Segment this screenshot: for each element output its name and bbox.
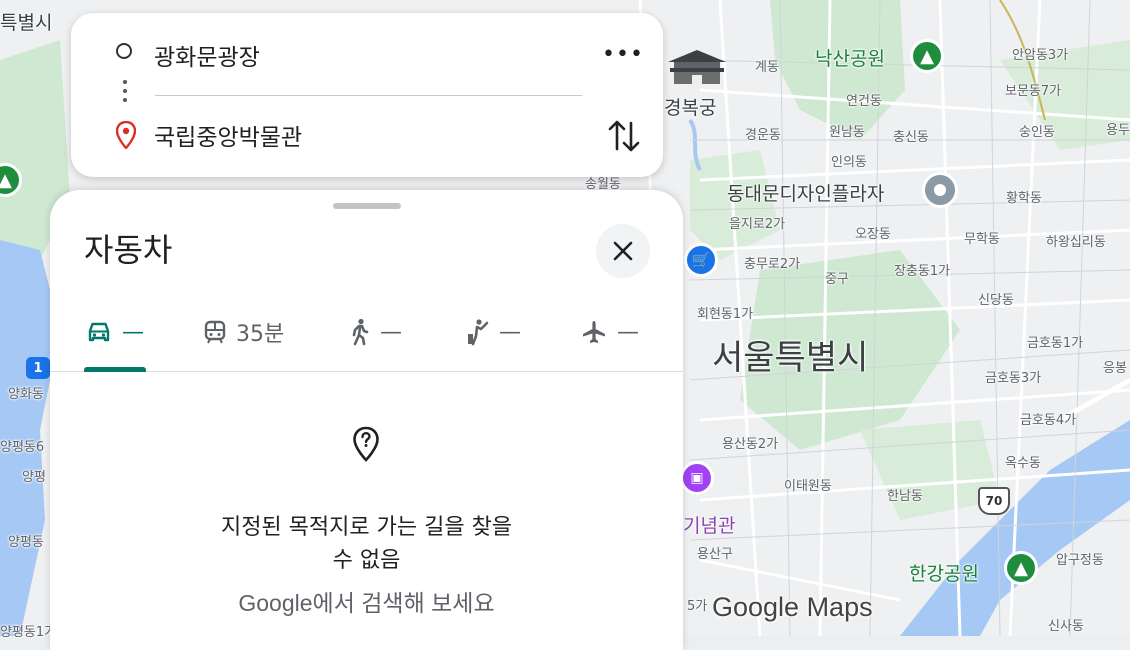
- drag-handle[interactable]: [333, 203, 401, 209]
- map-label: 충신동: [893, 130, 929, 145]
- map-label-poi[interactable]: 동대문디자인플라자: [727, 179, 884, 206]
- tab-ride[interactable]: —: [467, 314, 521, 350]
- map-label: 한남동: [887, 489, 923, 504]
- destination-pin-icon: [115, 120, 137, 150]
- active-tab-indicator: [84, 367, 146, 372]
- close-button[interactable]: [596, 224, 650, 278]
- map-label: 용산구: [697, 547, 733, 562]
- origin-field[interactable]: 광화문광장: [154, 38, 260, 72]
- map-label: 양평: [22, 470, 46, 485]
- map-label: 하왕십리동: [1046, 235, 1106, 250]
- search-google-link[interactable]: Google에서 검색해 보세요: [50, 584, 683, 618]
- park-icon[interactable]: ▲: [1004, 551, 1038, 585]
- map-label-seoul: 서울특별시: [712, 338, 869, 378]
- map-label: 숭인동: [1019, 125, 1055, 140]
- map-label: 오장동: [855, 227, 891, 242]
- more-options-button[interactable]: •••: [602, 40, 643, 68]
- swap-icon[interactable]: [606, 116, 642, 156]
- map-label: 중구: [825, 272, 849, 287]
- park-icon[interactable]: ▲: [910, 39, 944, 73]
- route-shield: 70: [978, 487, 1010, 515]
- map-label: 장충동1가: [894, 264, 951, 279]
- ride-icon: [468, 319, 489, 346]
- tab-flight[interactable]: —: [581, 314, 639, 350]
- map-label: 무학동: [964, 232, 1000, 247]
- shopping-icon[interactable]: 🛒: [684, 243, 718, 277]
- location-unknown-icon: [352, 426, 380, 466]
- destination-field[interactable]: 국립중앙박물관: [154, 118, 302, 152]
- route-dots-icon: [123, 80, 127, 107]
- mode-value: 35분: [236, 322, 285, 347]
- mode-value: —: [499, 319, 521, 345]
- map-label: 경운동: [745, 128, 781, 143]
- mode-value: —: [617, 319, 639, 345]
- map-label: 황학동: [1006, 191, 1042, 206]
- map-label-park[interactable]: 낙산공원: [815, 44, 885, 71]
- palace-icon[interactable]: [664, 48, 730, 86]
- walk-icon: [352, 318, 369, 346]
- map-label: 금호동1가: [1027, 336, 1084, 351]
- tab-transit[interactable]: 35분: [204, 314, 284, 350]
- no-route-message-line2: 수 없음: [332, 548, 401, 573]
- map-label: 회현동1가: [697, 307, 754, 322]
- map-label: 충무로2가: [744, 257, 801, 272]
- field-divider: [155, 95, 582, 96]
- map-label: 양평동6: [0, 440, 45, 455]
- google-maps-logo: Google Maps: [712, 592, 873, 622]
- map-label: 용산동2가: [722, 437, 779, 452]
- map-label: 인의동: [831, 155, 867, 170]
- map-label: 신당동: [978, 293, 1014, 308]
- map-label: 원남동: [829, 125, 865, 140]
- mode-value: —: [122, 319, 144, 345]
- map-label: 옥수동: [1005, 456, 1041, 471]
- tab-drive[interactable]: —: [86, 314, 144, 350]
- mode-value: —: [380, 319, 402, 345]
- map-label: 금호동4가: [1020, 413, 1077, 428]
- route-shield: 1: [26, 357, 50, 379]
- map-label: 용두: [1106, 123, 1130, 138]
- origin-circle-icon: [116, 43, 132, 59]
- no-route-message: 지정된 목적지로 가는 길을 찾을: [220, 515, 513, 540]
- airplane-icon: [583, 321, 605, 343]
- map-label: 금호동3가: [985, 371, 1042, 386]
- map-label: 압구정동: [1056, 553, 1104, 568]
- map-label: 안암동3가: [1012, 48, 1069, 63]
- sheet-title: 자동차: [84, 231, 173, 269]
- map-label: 양화동: [8, 387, 44, 402]
- map-label: 5가: [687, 599, 708, 614]
- location-pin-icon[interactable]: [922, 172, 958, 208]
- map-label-poi[interactable]: 경복궁: [664, 93, 716, 120]
- museum-icon[interactable]: ▣: [680, 461, 714, 495]
- map-label-poi[interactable]: 기념관: [683, 511, 735, 538]
- map-label: 신사동: [1048, 619, 1084, 634]
- train-icon: [204, 320, 226, 344]
- map-label: 보문동7가: [1005, 84, 1062, 99]
- close-icon: [613, 241, 633, 261]
- tab-walk[interactable]: —: [350, 314, 402, 350]
- map-label: 양평동: [8, 535, 44, 550]
- map-label-park[interactable]: 한강공원: [909, 559, 979, 586]
- map-label: 응봉: [1103, 361, 1127, 376]
- map-label: 을지로2가: [729, 217, 786, 232]
- map-label: 연건동: [846, 94, 882, 109]
- map-label: 특별시: [0, 12, 53, 34]
- car-icon: [88, 322, 110, 342]
- map-label: 계동: [755, 60, 779, 75]
- map-label: 양평동1가: [0, 625, 57, 640]
- map-label: 이태원동: [784, 479, 832, 494]
